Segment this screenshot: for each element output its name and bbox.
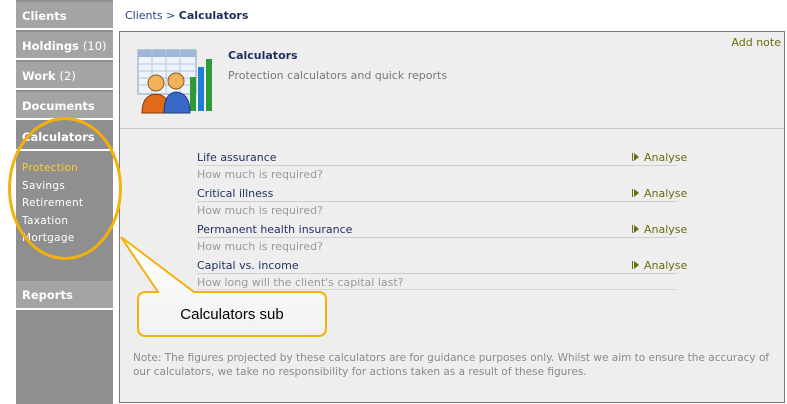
row-divider [197, 201, 677, 202]
nav-holdings-count: (10) [82, 39, 107, 53]
analyse-arrow-icon [632, 153, 633, 161]
analyse-label: Analyse [644, 223, 688, 236]
calculator-row: Critical illness Analyse How much is req… [197, 184, 697, 220]
calculator-list: Life assurance Analyse How much is requi… [197, 148, 697, 292]
row-divider [197, 273, 677, 274]
nav-clients[interactable]: Clients [16, 2, 113, 30]
nav-work-label: Work [22, 69, 56, 83]
analyse-arrow-icon [632, 189, 633, 197]
calculator-name[interactable]: Permanent health insurance [197, 223, 352, 236]
nav-holdings[interactable]: Holdings (10) [16, 32, 113, 60]
nav-work-count: (2) [59, 69, 76, 83]
disclaimer-note: Note: The figures projected by these cal… [133, 352, 770, 378]
breadcrumb-current: Calculators [178, 9, 249, 22]
calculator-description: How much is required? [197, 204, 323, 217]
calculator-row: Capital vs. income Analyse How long will… [197, 256, 697, 292]
add-note-link[interactable]: Add note [731, 36, 781, 49]
analyse-link[interactable]: Analyse [632, 187, 687, 200]
analyse-label: Analyse [644, 151, 688, 164]
calculators-icon [137, 49, 212, 114]
nav-reports-label: Reports [22, 288, 73, 302]
main-panel: Calculators Protection calculators and q… [119, 31, 785, 403]
analyse-label: Analyse [644, 187, 688, 200]
callout-text: Calculators sub [180, 305, 284, 323]
breadcrumb: Clients > Calculators [125, 9, 248, 22]
calculator-name[interactable]: Capital vs. income [197, 259, 299, 272]
page-title: Calculators [228, 49, 298, 62]
calculator-row: Life assurance Analyse How much is requi… [197, 148, 697, 184]
calculator-row: Permanent health insurance Analyse How m… [197, 220, 697, 256]
analyse-arrow-icon [632, 225, 633, 233]
calculator-name[interactable]: Life assurance [197, 151, 277, 164]
nav-holdings-label: Holdings [22, 39, 79, 53]
row-divider [197, 237, 677, 238]
calculator-name[interactable]: Critical illness [197, 187, 273, 200]
breadcrumb-clients-link[interactable]: Clients [125, 9, 163, 22]
analyse-link[interactable]: Analyse [632, 151, 687, 164]
calculator-description: How much is required? [197, 168, 323, 181]
calculator-description: How much is required? [197, 240, 323, 253]
nav-clients-label: Clients [22, 9, 67, 23]
nav-reports[interactable]: Reports [16, 281, 113, 310]
panel-header: Calculators Protection calculators and q… [120, 32, 784, 129]
analyse-arrow-icon [632, 261, 633, 269]
analyse-link[interactable]: Analyse [632, 223, 687, 236]
row-divider [197, 165, 677, 166]
row-divider [197, 289, 677, 290]
calculator-description: How long will the client's capital last? [197, 276, 404, 289]
analyse-link[interactable]: Analyse [632, 259, 687, 272]
page-subtitle: Protection calculators and quick reports [228, 69, 448, 82]
breadcrumb-separator: > [166, 9, 176, 22]
analyse-label: Analyse [644, 259, 688, 272]
nav-documents-label: Documents [22, 99, 95, 113]
highlight-oval [8, 117, 122, 260]
nav-documents[interactable]: Documents [16, 92, 113, 120]
nav-work[interactable]: Work (2) [16, 62, 113, 90]
